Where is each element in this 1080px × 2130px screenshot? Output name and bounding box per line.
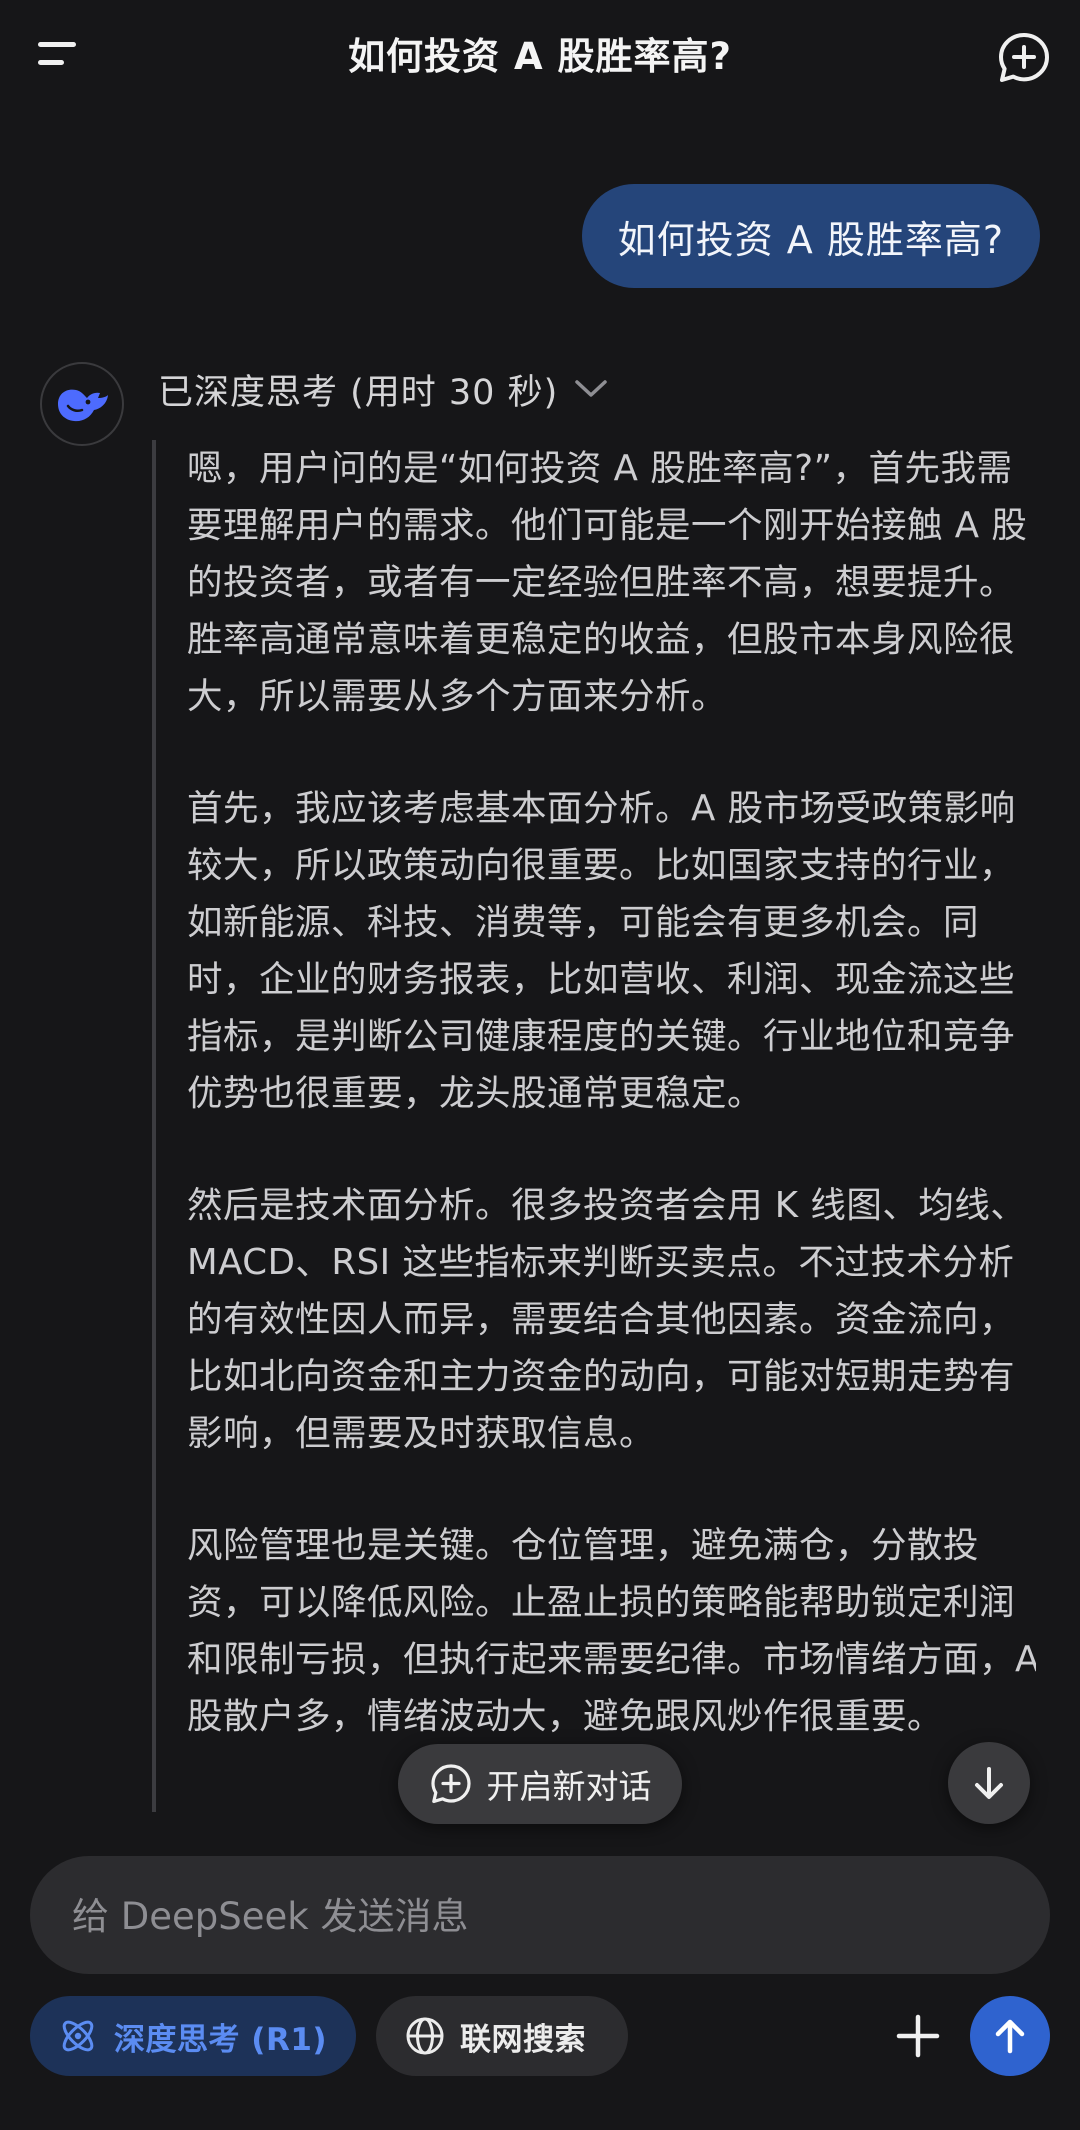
reasoning-paragraph: 然后是技术面分析。很多投资者会用 K 线图、均线、MACD、RSI 这些指标来判… [187, 1185, 1027, 1454]
top-bar: 如何投资 A 股胜率高? [0, 0, 1080, 112]
web-search-toggle[interactable]: 联网搜索 [376, 1996, 628, 2076]
user-message-bubble: 如何投资 A 股胜率高? [581, 184, 1040, 288]
plus-icon [896, 2014, 940, 2058]
thinking-toggle[interactable]: 已深度思考 (用时 30 秒) [158, 362, 608, 416]
user-message-text: 如何投资 A 股胜率高? [617, 217, 1004, 262]
message-input[interactable] [70, 1856, 1014, 1976]
reasoning-paragraph: 嗯，用户问的是“如何投资 A 股胜率高?”，首先我需要理解用户的需求。他们可能是… [187, 448, 1028, 717]
scroll-to-bottom-button[interactable] [948, 1742, 1030, 1824]
start-new-chat-button[interactable]: 开启新对话 [398, 1744, 682, 1824]
deepseek-avatar [40, 362, 124, 446]
attach-button[interactable] [878, 1996, 958, 2076]
menu-icon[interactable] [34, 34, 84, 74]
reasoning-paragraph: 风险管理也是关键。仓位管理，避免满仓，分散投资，可以降低风险。止盈止损的策略能帮… [187, 1525, 1036, 1737]
deep-think-toggle[interactable]: 深度思考 (R1) [30, 1996, 356, 2076]
send-button[interactable] [970, 1996, 1050, 2076]
arrow-up-icon [995, 2019, 1025, 2054]
reasoning-block: 嗯，用户问的是“如何投资 A 股胜率高?”，首先我需要理解用户的需求。他们可能是… [152, 440, 1036, 1812]
globe-icon [406, 2017, 444, 2055]
new-chat-icon[interactable] [996, 30, 1052, 86]
new-chat-icon [430, 1764, 471, 1804]
page-title: 如何投资 A 股胜率高? [348, 35, 732, 78]
chevron-down-icon [575, 380, 607, 397]
thinking-label: 已深度思考 (用时 30 秒) [158, 372, 559, 413]
deep-think-label: 深度思考 (R1) [114, 2021, 328, 2058]
atom-icon [62, 2020, 94, 2052]
chat-screen: 如何投资 A 股胜率高? 如何投资 A 股胜率高? 已深度思考 (用时 30 秒… [0, 0, 1080, 2130]
deepseek-whale-icon [58, 389, 108, 422]
start-new-chat-label: 开启新对话 [486, 1767, 652, 1806]
web-search-label: 联网搜索 [460, 2021, 586, 2058]
arrow-down-icon [975, 1767, 1003, 1799]
reasoning-paragraph: 首先，我应该考虑基本面分析。A 股市场受政策影响较大，所以政策动向很重要。比如国… [187, 788, 1016, 1114]
message-input-box[interactable] [30, 1856, 1050, 1976]
